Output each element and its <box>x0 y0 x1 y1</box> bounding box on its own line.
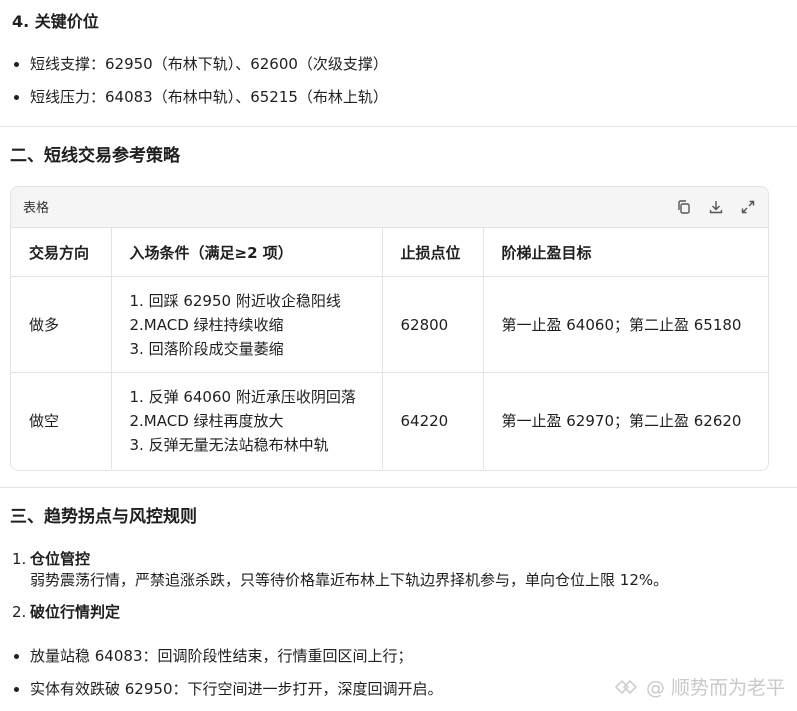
table-card-label: 表格 <box>23 201 50 216</box>
strategy-table-card: 表格 交易方向 入场条件（满足≥2 项） 止损点位 阶梯止盈目标 做多 1. 回… <box>10 186 769 471</box>
item-description: 弱势震荡行情，严禁追涨杀跌，只等待价格靠近布林上下轨边界择机参与，单向仓位上限 … <box>30 571 669 589</box>
strategy-table: 交易方向 入场条件（满足≥2 项） 止损点位 阶梯止盈目标 做多 1. 回踩 6… <box>11 228 768 469</box>
column-header-targets: 阶梯止盈目标 <box>483 228 768 277</box>
key-levels-list: 短线支撑：62950（布林下轨）、62600（次级支撑） 短线压力：64083（… <box>12 53 388 119</box>
table-card-header: 表格 <box>11 187 768 228</box>
condition-line: 1. 反弹 64060 附近承压收阴回落 <box>129 387 356 406</box>
cell-stop-loss: 64220 <box>382 372 484 469</box>
column-header-stop-loss: 止损点位 <box>382 228 484 277</box>
item-number: 2. <box>12 603 27 621</box>
item-number: 1. <box>12 550 27 568</box>
table-card-actions <box>674 197 758 217</box>
expand-icon[interactable] <box>738 197 758 217</box>
condition-line: 3. 回落阶段成交量萎缩 <box>129 339 284 358</box>
cell-targets: 第一止盈 64060；第二止盈 65180 <box>483 276 768 373</box>
breakout-list: 放量站稳 64083：回调阶段性结束，行情重回区间上行； 实体有效跌破 6295… <box>12 645 443 711</box>
cell-targets: 第一止盈 62970；第二止盈 62620 <box>501 412 742 431</box>
item-title: 仓位管控 <box>30 550 91 568</box>
list-item: 1. 仓位管控 弱势震荡行情，严禁追涨杀跌，只等待价格靠近布林上下轨边界择机参与，… <box>12 548 668 591</box>
cell-stop-loss: 62800 <box>382 276 484 373</box>
download-icon[interactable] <box>706 197 726 217</box>
condition-line: 2.MACD 绿柱再度放大 <box>129 411 284 430</box>
cell-direction: 做空 <box>11 372 112 469</box>
divider <box>0 487 797 488</box>
table-row: 做多 1. 回踩 62950 附近收企稳阳线 2.MACD 绿柱持续收缩 3. … <box>11 276 768 373</box>
watermark-logo-icon <box>614 679 638 694</box>
cell-conditions: 1. 反弹 64060 附近承压收阴回落 2.MACD 绿柱再度放大 3. 反弹… <box>111 372 383 469</box>
table-header-row: 交易方向 入场条件（满足≥2 项） 止损点位 阶梯止盈目标 <box>11 228 768 277</box>
table-row: 做空 1. 反弹 64060 附近承压收阴回落 2.MACD 绿柱再度放大 3.… <box>11 372 768 469</box>
watermark-text: @ 顺势而为老平 <box>645 677 785 699</box>
condition-line: 1. 回踩 62950 附近收企稳阳线 <box>129 291 341 310</box>
section-heading-strategy: 二、短线交易参考策略 <box>10 146 180 166</box>
risk-rules-list: 1. 仓位管控 弱势震荡行情，严禁追涨杀跌，只等待价格靠近布林上下轨边界择机参与，… <box>12 548 668 622</box>
section-heading-key-levels: 4. 关键价位 <box>12 12 99 31</box>
condition-line: 3. 反弹无量无法站稳布林中轨 <box>129 435 329 454</box>
copy-icon[interactable] <box>674 197 694 217</box>
list-item: 短线压力：64083（布林中轨）、65215（布林上轨） <box>12 86 388 119</box>
condition-line: 2.MACD 绿柱持续收缩 <box>129 315 284 334</box>
item-title: 破位行情判定 <box>30 603 121 621</box>
list-item: 放量站稳 64083：回调阶段性结束，行情重回区间上行； <box>12 645 443 678</box>
section-heading-risk-rules: 三、趋势拐点与风控规则 <box>10 507 197 527</box>
column-header-conditions: 入场条件（满足≥2 项） <box>111 228 383 277</box>
list-item: 短线支撑：62950（布林下轨）、62600（次级支撑） <box>12 53 388 86</box>
divider <box>0 126 797 127</box>
watermark: @ 顺势而为老平 <box>614 673 785 700</box>
list-item: 实体有效跌破 62950：下行空间进一步打开，深度回调开启。 <box>12 678 443 711</box>
cell-conditions: 1. 回踩 62950 附近收企稳阳线 2.MACD 绿柱持续收缩 3. 回落阶… <box>111 276 383 373</box>
list-item: 2. 破位行情判定 <box>12 601 668 622</box>
cell-direction: 做多 <box>11 276 112 373</box>
column-header-direction: 交易方向 <box>11 228 112 277</box>
